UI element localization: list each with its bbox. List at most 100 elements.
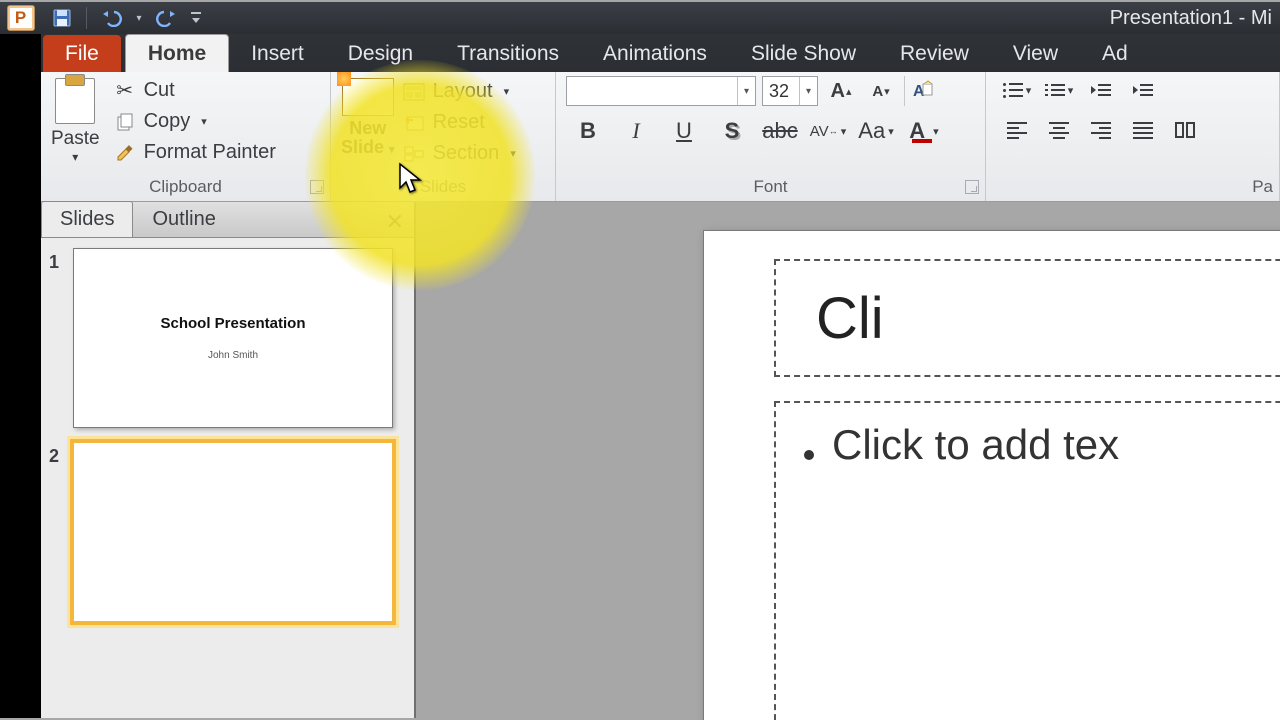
group-slides: NewSlide ▾ Layout ▾ <box>331 72 556 201</box>
thumbnail-list: 1 School Presentation John Smith 2 <box>41 238 414 718</box>
thumbnail-number: 2 <box>49 442 65 622</box>
clipboard-dialog-launcher[interactable] <box>310 180 324 194</box>
group-slides-label: Slides <box>331 177 555 197</box>
italic-button[interactable]: I <box>618 116 654 146</box>
font-color-button[interactable]: A▾ <box>906 116 942 146</box>
save-button[interactable] <box>46 5 78 31</box>
layout-icon <box>403 81 425 103</box>
char-spacing-button[interactable]: AV↔▾ <box>810 116 846 146</box>
shrink-font-button[interactable]: A▾ <box>864 76 898 106</box>
slides-pane: Slides Outline ✕ 1 School Presentation J… <box>41 202 416 718</box>
columns-button[interactable] <box>1168 116 1202 144</box>
bullets-button[interactable]: ▾ <box>1000 76 1034 104</box>
tab-file[interactable]: File <box>43 35 121 72</box>
grow-font-button[interactable]: A▴ <box>824 76 858 106</box>
tab-review[interactable]: Review <box>878 35 991 72</box>
paste-menu-caret[interactable]: ▾ <box>72 150 78 164</box>
reset-label: Reset <box>433 111 485 134</box>
content-placeholder-text: Click to add tex <box>832 421 1119 468</box>
chevron-down-icon: ▾ <box>737 77 755 105</box>
format-painter-button[interactable]: Format Painter <box>110 140 280 165</box>
reset-button[interactable]: Reset <box>403 111 516 134</box>
change-case-button[interactable]: Aa▾ <box>858 116 894 146</box>
copy-icon <box>114 111 136 133</box>
bold-button[interactable]: B <box>570 116 606 146</box>
clear-formatting-button[interactable]: A <box>904 76 938 106</box>
tab-slides-thumbs[interactable]: Slides <box>41 201 133 237</box>
thumbnail-slide-2[interactable] <box>73 442 393 622</box>
font-dialog-launcher[interactable] <box>965 180 979 194</box>
content-placeholder[interactable]: Click to add tex <box>774 401 1280 720</box>
paintbrush-icon <box>114 142 136 164</box>
shadow-button[interactable]: S <box>714 116 750 146</box>
copy-button[interactable]: Copy ▾ <box>110 109 280 134</box>
thumbnail-title: School Presentation <box>160 315 305 332</box>
app-icon[interactable] <box>0 2 41 34</box>
font-size-combo[interactable]: 32 ▾ <box>762 76 818 106</box>
current-slide[interactable]: Cli Click to add tex <box>703 230 1280 720</box>
underline-button[interactable]: U <box>666 116 702 146</box>
copy-menu-caret[interactable]: ▾ <box>201 115 207 128</box>
align-center-button[interactable] <box>1042 116 1076 144</box>
tab-view[interactable]: View <box>991 35 1080 72</box>
group-clipboard: Paste ▾ ✂ Cut Copy ▾ <box>41 72 331 201</box>
tab-outline[interactable]: Outline <box>133 201 234 237</box>
strikethrough-button[interactable]: abc <box>762 116 798 146</box>
quick-access-toolbar: ▾ <box>41 5 205 31</box>
font-name-combo[interactable]: ▾ <box>566 76 756 106</box>
new-slide-icon <box>342 78 394 116</box>
new-slide-label: NewSlide ▾ <box>341 119 395 160</box>
tab-addins[interactable]: Ad <box>1080 35 1150 72</box>
slide-canvas-area[interactable]: Cli Click to add tex <box>418 202 1280 718</box>
thumbnail-subtitle: John Smith <box>208 350 258 361</box>
tab-slideshow[interactable]: Slide Show <box>729 35 878 72</box>
close-pane-button[interactable]: ✕ <box>386 209 404 235</box>
group-font: ▾ 32 ▾ A▴ A▾ A B I U S abc AV↔▾ Aa▾ <box>556 72 986 201</box>
align-left-button[interactable] <box>1000 116 1034 144</box>
powerpoint-window: ▾ Presentation1 - Mi File Home Insert De… <box>0 0 1280 720</box>
format-painter-label: Format Painter <box>144 141 276 164</box>
ribbon: Paste ▾ ✂ Cut Copy ▾ <box>41 72 1280 202</box>
tab-transitions[interactable]: Transitions <box>435 35 581 72</box>
undo-button[interactable] <box>95 5 127 31</box>
scissors-icon: ✂ <box>114 80 136 102</box>
thumbnail-item[interactable]: 2 <box>49 442 406 622</box>
undo-menu-button[interactable]: ▾ <box>131 5 147 31</box>
tab-animations[interactable]: Animations <box>581 35 729 72</box>
qat-customize-button[interactable] <box>187 5 205 31</box>
layout-menu-caret[interactable]: ▾ <box>504 85 510 98</box>
justify-button[interactable] <box>1126 116 1160 144</box>
cut-button[interactable]: ✂ Cut <box>110 78 280 103</box>
qat-separator <box>86 7 87 29</box>
align-right-button[interactable] <box>1084 116 1118 144</box>
increase-indent-button[interactable] <box>1126 76 1160 104</box>
chevron-down-icon: ▾ <box>799 77 817 105</box>
powerpoint-logo-icon <box>7 5 35 31</box>
tab-home[interactable]: Home <box>125 34 229 72</box>
video-letterbox-left <box>0 2 41 718</box>
numbering-button[interactable]: ▾ <box>1042 76 1076 104</box>
paste-button[interactable]: Paste ▾ <box>51 76 100 165</box>
tab-insert[interactable]: Insert <box>229 35 326 72</box>
title-bar: ▾ Presentation1 - Mi <box>41 2 1280 34</box>
font-size-value: 32 <box>769 81 789 102</box>
title-placeholder[interactable]: Cli <box>774 259 1280 377</box>
layout-label: Layout <box>433 80 493 103</box>
reset-icon <box>403 112 425 134</box>
redo-button[interactable] <box>151 5 183 31</box>
tab-design[interactable]: Design <box>326 35 435 72</box>
group-font-label: Font <box>556 177 985 197</box>
new-slide-button[interactable]: NewSlide ▾ <box>341 76 395 165</box>
bullet-icon <box>804 450 814 460</box>
thumbnail-item[interactable]: 1 School Presentation John Smith <box>49 248 406 428</box>
thumbnail-slide-1[interactable]: School Presentation John Smith <box>73 248 393 428</box>
group-paragraph-label: Pa <box>986 177 1279 197</box>
title-placeholder-text: Cli <box>816 285 884 352</box>
section-icon <box>403 143 425 165</box>
section-button[interactable]: Section ▾ <box>403 142 516 165</box>
section-menu-caret[interactable]: ▾ <box>510 147 516 160</box>
window-title: Presentation1 - Mi <box>1110 7 1272 30</box>
decrease-indent-button[interactable] <box>1084 76 1118 104</box>
paste-icon <box>55 78 95 124</box>
layout-button[interactable]: Layout ▾ <box>403 80 516 103</box>
